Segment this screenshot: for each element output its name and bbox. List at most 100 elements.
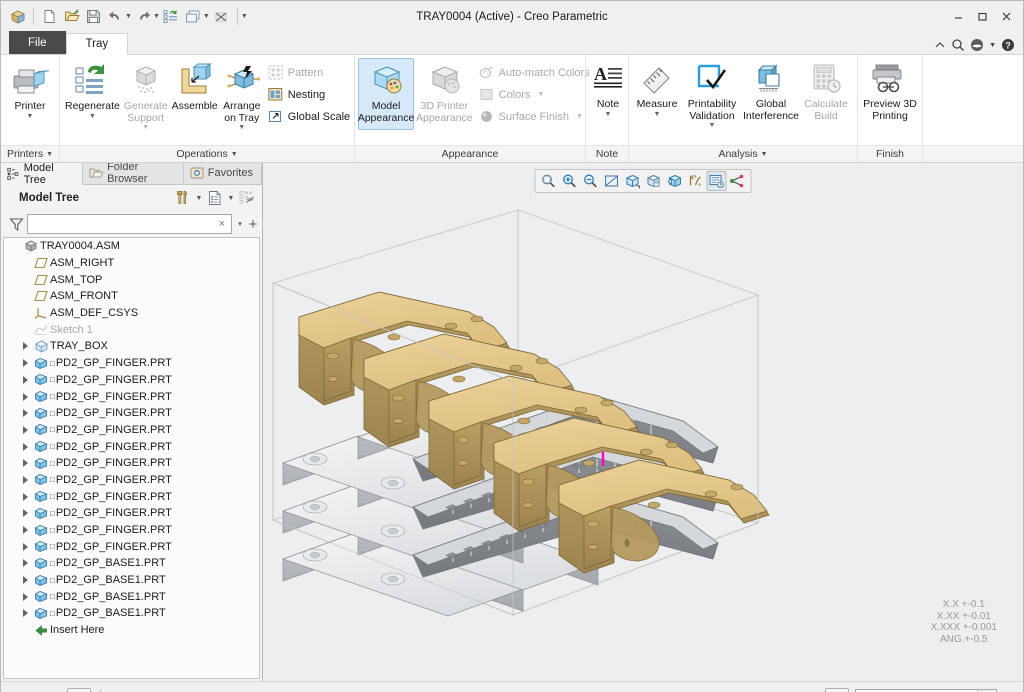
tab-tray[interactable]: Tray [65,33,129,55]
sidebar-item-favorites[interactable]: Favorites [184,162,262,184]
account-icon[interactable] [970,38,984,52]
tree-display-dropdown-icon[interactable]: ▼ [226,195,236,202]
tree-display-icon[interactable] [205,188,225,208]
measure-button[interactable]: Measure ▼ [632,58,682,130]
view-manager-icon[interactable] [665,171,685,191]
new-icon[interactable] [39,6,60,27]
tree-item[interactable]: TRAY_BOX [4,338,259,355]
note-button[interactable]: A Note ▼ [589,58,627,130]
tree-item[interactable]: □ PD2_GP_FINGER.PRT [4,522,259,539]
expand-arrow-icon[interactable] [18,459,32,468]
close-window-icon[interactable] [211,6,232,27]
calculate-build-button[interactable]: Calculate Build [800,58,852,130]
clear-search-icon[interactable]: × [217,218,227,230]
colors-button[interactable]: Colors ▼ [475,84,597,105]
expand-arrow-icon[interactable] [18,375,32,384]
redo-dropdown-icon[interactable]: ▼ [153,13,160,20]
surface-finish-dropdown-icon[interactable]: ▼ [576,113,583,120]
expand-arrow-icon[interactable] [18,576,32,585]
search-icon[interactable] [951,38,965,52]
printers-group-dropdown-icon[interactable]: ▼ [46,151,53,158]
tree-item[interactable]: □ PD2_GP_FINGER.PRT [4,422,259,439]
creo-logo-icon[interactable] [7,6,28,27]
printer-button[interactable]: Printer ▼ [4,58,56,130]
browser-toggle-icon[interactable] [37,688,61,692]
undo-dropdown-icon[interactable]: ▼ [125,13,132,20]
surface-finish-button[interactable]: Surface Finish ▼ [475,106,597,127]
tree-item[interactable]: ASM_FRONT [4,288,259,305]
undo-icon[interactable] [105,6,126,27]
printer-appearance-button[interactable]: 3D Printer Appearance [414,58,475,130]
window-dropdown-icon[interactable]: ▼ [203,13,210,20]
regenerate-button[interactable]: Regenerate ▼ [63,58,122,130]
ribbon-group-label-printers[interactable]: Printers ▼ [1,145,59,162]
model-tree-toggle-icon[interactable] [7,688,31,692]
display-style-icon[interactable] [623,171,643,191]
open-icon[interactable] [61,6,82,27]
regenerate-dropdown-icon[interactable]: ▼ [89,113,96,121]
tree-item[interactable]: ASM_DEF_CSYS [4,305,259,322]
expand-arrow-icon[interactable] [18,392,32,401]
zoom-out-icon[interactable] [581,171,601,191]
tree-item[interactable]: □ PD2_GP_FINGER.PRT [4,438,259,455]
expand-arrow-icon[interactable] [18,442,32,451]
expand-arrow-icon[interactable] [18,425,32,434]
window-switch-icon[interactable] [183,6,204,27]
tree-item[interactable]: Sketch 1 [4,321,259,338]
add-filter-icon[interactable]: + [248,216,258,233]
graphics-window-toggle-icon[interactable] [67,687,91,692]
tab-file[interactable]: File [9,31,66,54]
tree-filter-off-icon[interactable] [237,188,257,208]
repaint-icon[interactable] [602,171,622,191]
tree-item[interactable]: TRAY0004.ASM [4,238,259,255]
printer-dropdown-icon[interactable]: ▼ [27,113,34,121]
refit-icon[interactable] [539,171,559,191]
search-dropdown-icon[interactable]: ▾ [235,220,245,228]
ribbon-group-label-operations[interactable]: Operations ▼ [60,145,354,162]
tree-item[interactable]: □ PD2_GP_BASE1.PRT [4,572,259,589]
tree-item[interactable]: □ PD2_GP_FINGER.PRT [4,388,259,405]
expand-arrow-icon[interactable] [18,592,32,601]
ribbon-group-label-analysis[interactable]: Analysis ▼ [629,145,857,162]
zoom-in-icon[interactable] [560,171,580,191]
graphics-viewport[interactable]: X.X +-0.1 X.XX +-0.01 X.XXX +-0.001 ANG.… [263,163,1023,681]
generate-support-dropdown-icon[interactable]: ▼ [142,124,149,132]
tree-item[interactable]: □ PD2_GP_FINGER.PRT [4,488,259,505]
expand-arrow-icon[interactable] [18,609,32,618]
saved-orientations-icon[interactable] [644,171,664,191]
expand-arrow-icon[interactable] [18,342,32,351]
tree-item[interactable]: □ PD2_GP_FINGER.PRT [4,505,259,522]
tree-item[interactable]: □ PD2_GP_FINGER.PRT [4,538,259,555]
tree-item[interactable]: □ PD2_GP_FINGER.PRT [4,372,259,389]
assemble-button[interactable]: Assemble [170,58,220,130]
3d-model-render[interactable] [263,163,1023,681]
annotation-display-icon[interactable] [706,171,727,191]
tree-item[interactable]: □ PD2_GP_FINGER.PRT [4,405,259,422]
expand-arrow-icon[interactable] [18,559,32,568]
regenerate-icon[interactable] [161,6,182,27]
note-dropdown-icon[interactable]: ▼ [605,111,612,119]
tree-item[interactable]: ASM_RIGHT [4,255,259,272]
minimize-button[interactable] [947,7,969,26]
tree-item[interactable]: □ PD2_GP_FINGER.PRT [4,455,259,472]
tree-settings-icon[interactable] [173,188,193,208]
selection-filter-combo[interactable]: Models on Tray ▼ [855,688,997,692]
expand-arrow-icon[interactable] [18,542,32,551]
search-input-field[interactable] [32,217,217,231]
model-tree[interactable]: TRAY0004.ASM ASM_RIGHT ASM_TOP ASM_FRONT ASM… [3,237,260,679]
model-appearance-button[interactable]: Model Appearance [358,58,414,130]
tree-item[interactable]: □ PD2_GP_BASE1.PRT [4,605,259,622]
generate-support-button[interactable]: Generate Support ▼ [122,58,170,133]
expand-arrow-icon[interactable] [18,509,32,518]
operations-group-dropdown-icon[interactable]: ▼ [231,151,238,158]
collapse-ribbon-icon[interactable] [934,40,946,50]
tree-item[interactable]: ASM_TOP [4,271,259,288]
tree-item[interactable]: □ PD2_GP_FINGER.PRT [4,472,259,489]
preview-3d-printing-button[interactable]: Preview 3D Printing [861,58,919,130]
sidebar-item-folder-browser[interactable]: Folder Browser [83,161,184,185]
datum-display-icon[interactable] [686,171,706,191]
tree-settings-dropdown-icon[interactable]: ▼ [194,195,204,202]
search-selection-icon[interactable] [779,688,803,692]
measure-dropdown-icon[interactable]: ▼ [654,111,661,119]
tree-item[interactable]: □ PD2_GP_BASE1.PRT [4,555,259,572]
